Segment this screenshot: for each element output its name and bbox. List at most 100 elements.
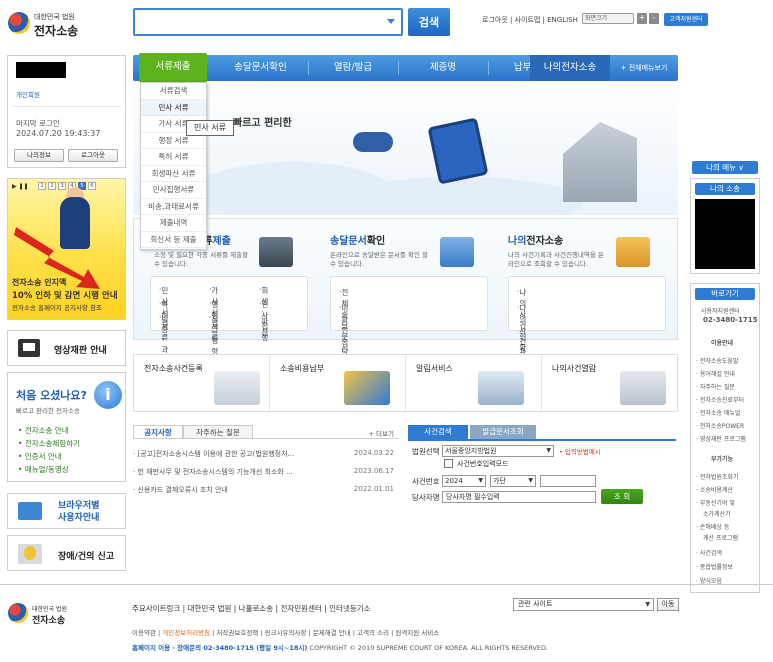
chevron-down-icon[interactable] xyxy=(387,19,395,24)
usage-link[interactable]: · 자주하는 질문 xyxy=(696,382,735,391)
service-link[interactable]: · 미확인송달문서 xyxy=(339,303,348,379)
service-link[interactable]: · 특허 서류 xyxy=(159,299,168,342)
first-link[interactable]: • 전자소송체험하기 xyxy=(18,438,80,449)
first-link[interactable]: • 전자소송 안내 xyxy=(18,425,69,436)
browser-icon xyxy=(18,502,42,520)
logout-button[interactable]: 로그아웃 xyxy=(68,149,118,162)
usage-link[interactable]: · 전자소송도움말 xyxy=(696,356,738,365)
footer-logo[interactable]: 대한민국 법원 전자소송 xyxy=(8,603,88,627)
search-input[interactable] xyxy=(133,8,403,36)
service-link[interactable]: · 나의사건현황 xyxy=(517,287,526,352)
banner-page[interactable]: 6 xyxy=(88,182,96,190)
first-link[interactable]: • 인증서 안내 xyxy=(18,451,62,462)
extra-link[interactable]: · 종합법률정보 xyxy=(696,562,733,571)
case-search-button[interactable]: 조 회 xyxy=(601,489,643,504)
my-lawsuit-title: 나의 소송 xyxy=(695,183,755,195)
usage-link[interactable]: · 용어해설 안내 xyxy=(696,369,735,378)
service-link[interactable]: · 나의사건관리 xyxy=(517,303,526,368)
year-select[interactable]: 2024 xyxy=(442,475,486,487)
service-link[interactable]: · 지급 명령 xyxy=(209,313,218,356)
related-site-select[interactable]: 관련 사이트 xyxy=(513,598,654,611)
usage-link[interactable]: · 전자소송진료부터 xyxy=(696,395,744,404)
service-link[interactable]: · 민사집행 xyxy=(259,299,268,342)
court-select[interactable]: 서울중앙지방법원 xyxy=(442,445,554,457)
search-button[interactable]: 검색 xyxy=(408,8,450,36)
usage-link[interactable]: · 영상재판 프로그램 xyxy=(696,434,746,443)
notice-row[interactable]: · 신용카드 결제오류시 조치 안내 2022.01.01 xyxy=(133,485,398,495)
video-trial-link[interactable]: 영상재판 안내 xyxy=(7,330,126,366)
extra-link[interactable]: 계산 프로그램 xyxy=(703,533,738,542)
case-number-input[interactable] xyxy=(540,475,596,487)
help-center-button[interactable]: 고객지원센터 xyxy=(664,13,708,26)
mode-checkbox[interactable] xyxy=(444,459,453,468)
dropdown-item[interactable]: 회생파산 서류 xyxy=(141,166,206,182)
shortcut-title: 바로가기 xyxy=(695,288,755,300)
nav-item-submit[interactable]: 서류제출 xyxy=(139,53,207,83)
tab-faq[interactable]: 자주하는 질문 xyxy=(183,425,253,439)
nav-item-my-lawsuit[interactable]: 나의전자소송 xyxy=(530,55,610,81)
banner-page[interactable]: 2 xyxy=(48,182,56,190)
zoom-out-button[interactable]: - xyxy=(649,13,659,24)
promo-banner[interactable]: ▶ ❚❚ 1 2 3 4 5 6 전자소송 인지액 10% 인하 및 감면 시행… xyxy=(7,178,126,320)
service-link[interactable]: · 행정 서류 xyxy=(209,299,218,342)
login-box: 개인회원 마지막 로그인 2024.07.20 19:43:37 나의정보 로그… xyxy=(7,55,126,168)
quick-view[interactable]: 나의사건열람 xyxy=(542,355,679,413)
quick-alert[interactable]: 알림서비스 xyxy=(406,355,542,413)
usage-link[interactable]: · 전자소송 매뉴얼 xyxy=(696,408,740,417)
tab-issued-docs[interactable]: 발급문서조회 xyxy=(470,425,536,439)
dropdown-item[interactable]: 민사집행서류 xyxy=(141,182,206,199)
service-delivery-links: · 전체송달문서 · 미확인송달문서 xyxy=(330,276,488,379)
quick-register[interactable]: 전자소송사건등록 xyxy=(134,355,270,413)
dropdown-item[interactable]: 서류검색 xyxy=(141,83,206,100)
tab-case-search[interactable]: 사건검색 xyxy=(408,425,468,439)
dropdown-item[interactable]: 민사 서류 xyxy=(141,99,206,116)
first-visit-sub: 빠르고 편리한 전자소송 xyxy=(16,407,80,415)
case-type-select[interactable]: 가단 xyxy=(490,475,536,487)
notice-row[interactable]: · [공고]전자소송시스템 이용에 관한 공고(법원행정처... 2024.03.… xyxy=(133,449,398,459)
my-menu-button[interactable]: 나의 메뉴 ∨ xyxy=(692,161,758,174)
extra-link[interactable]: · 소송비용계산 xyxy=(696,485,733,494)
quick-payment[interactable]: 소송비용납부 xyxy=(270,355,406,413)
service-link[interactable]: · 가사 서류 xyxy=(209,285,218,328)
first-link[interactable]: • 매뉴얼/동영상 xyxy=(18,464,69,475)
all-menu-link[interactable]: + 전체메뉴보기 xyxy=(611,55,677,81)
dropdown-item[interactable]: 제출내역 xyxy=(141,215,206,232)
zoom-in-button[interactable]: + xyxy=(637,13,647,24)
folder-search-icon xyxy=(616,237,650,267)
extra-link[interactable]: · 전자법원조회기 xyxy=(696,472,738,481)
party-input[interactable]: 당사자명 필수입력 xyxy=(442,491,596,503)
nav-item-delivery[interactable]: 송달문서확인 xyxy=(213,55,308,81)
notice-row[interactable]: · 헌 재판사무 및 전자소송시스템의 기능개선 최소화 ... 2023.06.… xyxy=(133,467,398,477)
site-logo[interactable]: 대한민국 법원 전자소송 xyxy=(8,10,108,40)
top-links[interactable]: 로그아웃 | 사이트맵 | ENGLISH xyxy=(482,15,578,25)
nav-item-view[interactable]: 열람/발급 xyxy=(308,55,398,81)
usage-link[interactable]: · 전자소송POWER xyxy=(696,421,744,430)
nav-item-certificate[interactable]: 제증명 xyxy=(398,55,488,81)
extra-link[interactable]: · 손해배상 등 xyxy=(696,522,729,531)
banner-page[interactable]: 3 xyxy=(58,182,66,190)
fault-report-link[interactable]: 장애/건의 신고 xyxy=(7,535,126,571)
service-link[interactable]: · 비송·과태료 xyxy=(159,313,168,376)
myinfo-button[interactable]: 나의정보 xyxy=(14,149,64,162)
service-link[interactable]: · 전체송달문서 xyxy=(339,287,348,352)
related-site-go-button[interactable]: 이동 xyxy=(657,598,679,611)
banner-play-icon[interactable]: ▶ ❚❚ xyxy=(12,183,29,190)
banner-page[interactable]: 1 xyxy=(38,182,46,190)
dropdown-item[interactable]: 특허 서류 xyxy=(141,149,206,166)
monitor-icon xyxy=(18,339,40,357)
browser-guide-link[interactable]: 브라우저별 사용자안내 xyxy=(7,493,126,529)
service-link[interactable]: · 민사 서류 xyxy=(159,285,168,328)
tab-notice[interactable]: 공지사항 xyxy=(133,425,183,439)
extra-link[interactable]: · 사건검색 xyxy=(696,548,722,557)
more-link[interactable]: + 더보기 xyxy=(369,428,394,438)
footer-policy-links[interactable]: 이용약관 | 개인정보처리방침 | 저작권보호정책 | 링크시유의사항 | 문제… xyxy=(132,627,439,637)
input-help-link[interactable]: • 입력방법예시 xyxy=(559,446,601,456)
extra-link[interactable]: · 부동산기여 및 xyxy=(696,498,735,507)
service-desc: 온라인으로 송달받은 문서를 확인 할 수 있습니다. xyxy=(330,251,428,268)
dropdown-item[interactable]: 비송,과태료서류 xyxy=(141,199,206,215)
dropdown-item[interactable]: 회신서 등 제출 xyxy=(141,232,206,248)
extra-link[interactable]: 소가계산기 xyxy=(703,509,731,518)
service-link[interactable]: · 회생·파산 xyxy=(259,285,268,337)
footer-site-links[interactable]: 주요사이트링크 | 대한민국 법원 | 나홀로소송 | 전자민원센터 | 인터넷… xyxy=(132,603,371,614)
quick-label: 나의사건열람 xyxy=(552,364,597,373)
